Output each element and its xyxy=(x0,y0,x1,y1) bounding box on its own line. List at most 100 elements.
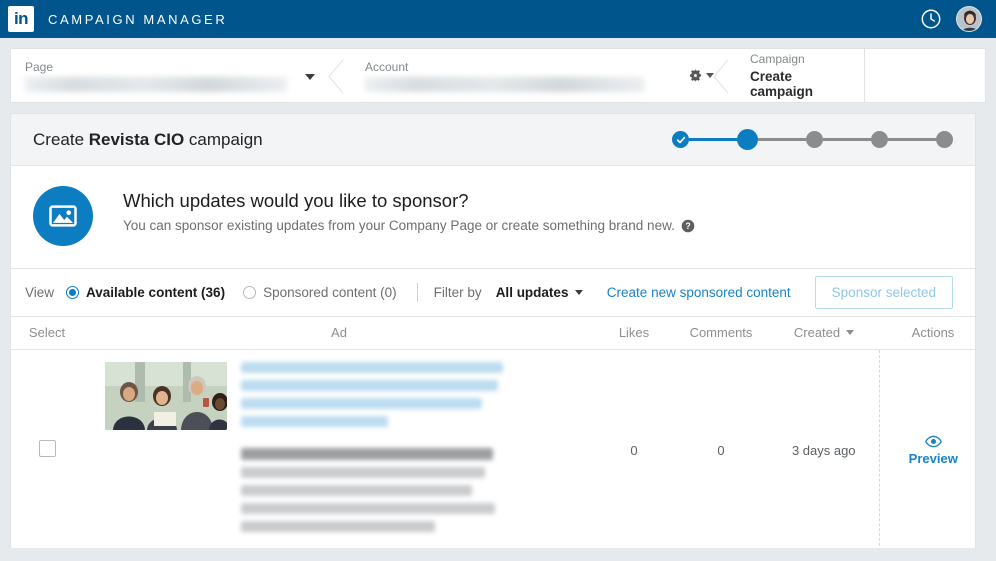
radio-available-content-label: Available content (36) xyxy=(86,285,226,300)
breadcrumb-page-label: Page xyxy=(25,59,54,74)
breadcrumb-separator xyxy=(714,49,736,102)
column-header-created[interactable]: Created xyxy=(769,316,879,350)
ads-table-body: 0 0 3 days ago Preview xyxy=(11,349,975,549)
row-ad-cell xyxy=(83,350,595,549)
ad-title-line xyxy=(241,448,493,460)
page-title-brand: Revista CIO xyxy=(88,129,185,149)
view-label: View xyxy=(25,285,55,300)
app-header: in CAMPAIGN MANAGER xyxy=(0,0,996,38)
account-settings-button[interactable] xyxy=(687,67,714,84)
toolbar-actions: Create new sponsored content Sponsor sel… xyxy=(607,276,953,309)
breadcrumb-campaign-label: Campaign xyxy=(750,52,805,66)
page-title: Create Revista CIO campaign xyxy=(33,130,263,150)
step-1-complete[interactable] xyxy=(672,131,689,148)
prompt-section: Which updates would you like to sponsor?… xyxy=(11,166,975,269)
ad-body-line xyxy=(241,467,485,478)
step-connector-1 xyxy=(689,138,737,141)
ad-link-line xyxy=(241,398,483,409)
breadcrumb-account-value xyxy=(365,76,645,92)
filter-by-label: Filter by xyxy=(433,285,482,300)
create-new-sponsored-content-link[interactable]: Create new sponsored content xyxy=(607,285,791,300)
progress-stepper xyxy=(672,129,953,150)
ad-text-gap xyxy=(241,434,503,448)
step-connector-4 xyxy=(888,138,936,141)
toolbar-divider xyxy=(416,283,418,302)
column-header-created-label: Created xyxy=(793,325,841,340)
app-header-actions xyxy=(920,6,982,32)
ad-text xyxy=(241,362,503,539)
check-icon xyxy=(676,136,685,143)
filter-dropdown-value: All updates xyxy=(495,285,569,300)
step-2-active[interactable] xyxy=(737,129,758,150)
prompt-heading: Which updates would you like to sponsor? xyxy=(123,190,469,211)
ad-content xyxy=(83,350,595,548)
clock-icon[interactable] xyxy=(920,8,942,30)
prompt-text: Which updates would you like to sponsor?… xyxy=(123,186,695,233)
ad-body-line xyxy=(241,521,435,532)
radio-sponsored-content[interactable]: Sponsored content (0) xyxy=(243,285,397,300)
prompt-subtext: You can sponsor existing updates from yo… xyxy=(123,218,675,233)
avatar[interactable] xyxy=(956,6,982,32)
breadcrumb-account-label: Account xyxy=(365,59,409,74)
page-title-prefix: Create xyxy=(33,129,89,149)
radio-available-content-icon[interactable] xyxy=(66,286,80,299)
filter-dropdown[interactable]: All updates xyxy=(496,285,584,300)
sort-by-created[interactable]: Created xyxy=(793,325,855,340)
ad-title-text xyxy=(241,448,503,460)
table-header-row: Select Ad Likes Comments Created Actions xyxy=(11,316,975,350)
ads-table-header: Select Ad Likes Comments Created Actions xyxy=(11,316,975,350)
ad-link-line xyxy=(241,380,498,391)
eye-icon xyxy=(924,435,942,448)
card-header: Create Revista CIO campaign xyxy=(11,114,975,166)
row-comments: 0 xyxy=(717,443,725,458)
table-row: 0 0 3 days ago Preview xyxy=(11,349,975,549)
column-header-comments: Comments xyxy=(673,316,769,350)
row-created: 3 days ago xyxy=(791,443,856,458)
breadcrumb-wrapper: Page Account Campaign Create campaign xyxy=(0,38,996,103)
image-icon-badge xyxy=(33,186,93,246)
breadcrumb-page-value xyxy=(25,76,287,92)
breadcrumb-campaign-value: Create campaign xyxy=(750,69,814,99)
ad-link-line xyxy=(241,416,388,427)
step-4[interactable] xyxy=(871,131,888,148)
chevron-down-icon xyxy=(846,330,855,335)
column-header-likes: Likes xyxy=(595,316,673,350)
content-toolbar: View Available content (36) Sponsored co… xyxy=(11,269,975,316)
preview-label: Preview xyxy=(908,451,958,466)
sponsor-selected-button[interactable]: Sponsor selected xyxy=(814,276,953,309)
chevron-down-icon xyxy=(575,290,584,295)
ad-link-text[interactable] xyxy=(241,362,503,427)
column-header-select: Select xyxy=(11,316,83,350)
radio-available-content[interactable]: Available content (36) xyxy=(66,285,225,300)
help-circle-icon[interactable]: ? xyxy=(681,219,695,233)
step-connector-3 xyxy=(823,138,871,141)
breadcrumb-page[interactable]: Page xyxy=(11,49,329,102)
radio-sponsored-content-icon[interactable] xyxy=(243,286,257,299)
step-connector-2 xyxy=(758,138,806,141)
column-header-ad: Ad xyxy=(83,316,595,350)
image-icon xyxy=(49,205,77,227)
row-likes: 0 xyxy=(630,443,638,458)
breadcrumb-account[interactable]: Account xyxy=(351,49,691,102)
breadcrumb-campaign: Campaign Create campaign xyxy=(736,49,864,102)
chevron-down-icon[interactable] xyxy=(305,73,315,80)
ad-body-line xyxy=(241,503,496,514)
breadcrumb-tail xyxy=(864,49,985,102)
row-actions: Preview xyxy=(878,349,975,548)
row-select-cell xyxy=(11,350,83,549)
linkedin-logo[interactable]: in xyxy=(8,6,34,32)
svg-text:?: ? xyxy=(685,221,690,231)
page-title-suffix: campaign xyxy=(184,129,263,149)
breadcrumb-separator xyxy=(329,49,351,102)
ad-thumbnail[interactable] xyxy=(105,362,227,430)
radio-sponsored-content-label: Sponsored content (0) xyxy=(263,285,397,300)
row-checkbox[interactable] xyxy=(38,439,56,457)
ad-body-line xyxy=(241,485,472,496)
app-title: CAMPAIGN MANAGER xyxy=(48,11,228,27)
preview-button[interactable]: Preview xyxy=(909,435,958,466)
ad-link-line xyxy=(241,362,503,373)
ads-table: Select Ad Likes Comments Created Actions xyxy=(11,316,975,549)
ad-body-text xyxy=(241,467,503,532)
step-5[interactable] xyxy=(936,131,953,148)
step-3[interactable] xyxy=(806,131,823,148)
